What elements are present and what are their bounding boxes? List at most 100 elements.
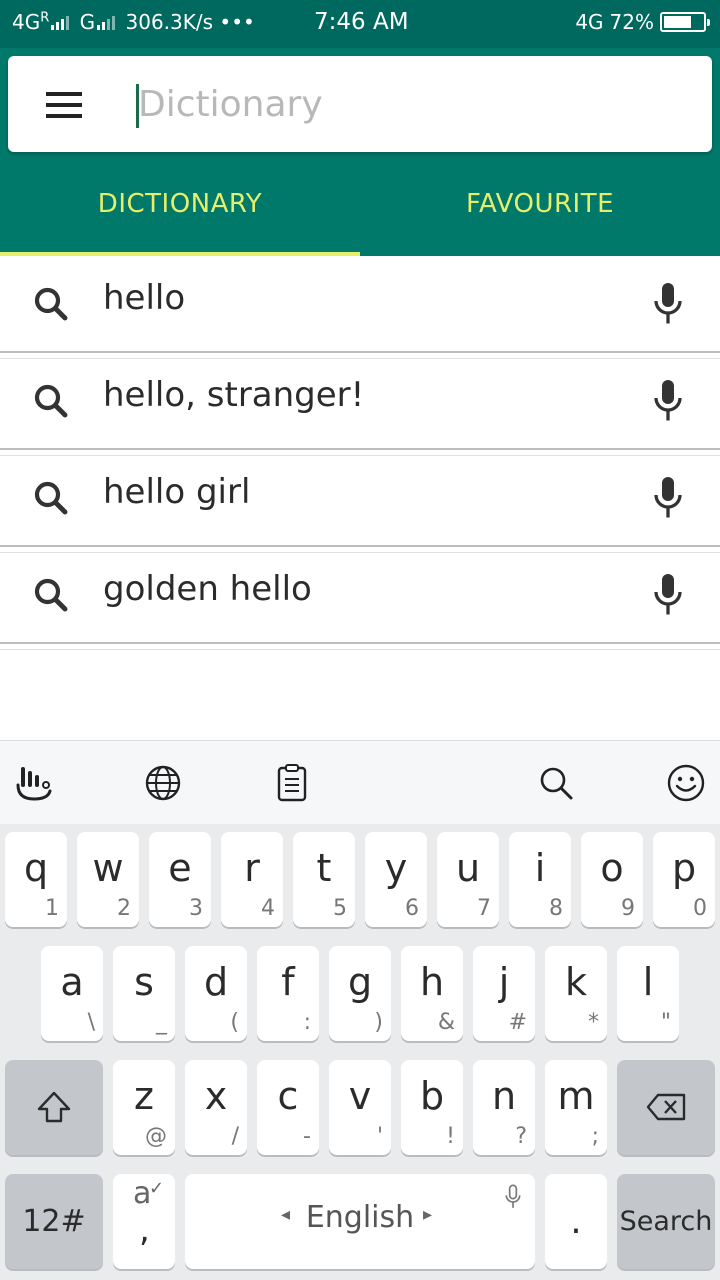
backspace-key[interactable] bbox=[617, 1060, 715, 1155]
key-n[interactable]: n? bbox=[473, 1060, 535, 1155]
key-e[interactable]: e3 bbox=[149, 832, 211, 927]
keyboard-toolbar bbox=[0, 740, 720, 824]
key-s[interactable]: s _ bbox=[113, 946, 175, 1041]
period-label: . bbox=[570, 1201, 582, 1242]
key-sublabel: @ bbox=[145, 1124, 167, 1149]
key-g[interactable]: g) bbox=[329, 946, 391, 1041]
symbols-key[interactable]: 12# bbox=[5, 1174, 103, 1269]
key-label: a bbox=[60, 960, 84, 1004]
microphone-icon[interactable] bbox=[650, 474, 686, 522]
key-sublabel: ; bbox=[591, 1124, 599, 1149]
search-action-key[interactable]: Search bbox=[617, 1174, 715, 1269]
soft-keyboard: q1 w2 e3 r4 t5 y6 u7 i8 o9 p0 a \ s _ d( f… bbox=[0, 740, 720, 1280]
search-icon[interactable] bbox=[534, 761, 578, 805]
space-key[interactable]: ◂ English ▸ bbox=[185, 1174, 535, 1269]
roaming-label: R bbox=[40, 10, 50, 26]
key-m[interactable]: m; bbox=[545, 1060, 607, 1155]
emoji-icon[interactable] bbox=[664, 761, 708, 805]
key-sublabel: 0 bbox=[693, 896, 707, 921]
key-label: p bbox=[671, 846, 697, 890]
comma-key[interactable]: a ✓ , bbox=[113, 1174, 175, 1269]
search-icon bbox=[34, 287, 68, 321]
globe-icon[interactable] bbox=[141, 761, 185, 805]
key-a[interactable]: a \ bbox=[41, 946, 103, 1041]
clock: 7:46 AM bbox=[314, 9, 409, 35]
key-o[interactable]: o9 bbox=[581, 832, 643, 927]
key-sublabel: : bbox=[303, 1010, 311, 1035]
key-q[interactable]: q1 bbox=[5, 832, 67, 927]
key-z[interactable]: z @ bbox=[113, 1060, 175, 1155]
key-label: o bbox=[600, 846, 624, 890]
key-c[interactable]: c- bbox=[257, 1060, 319, 1155]
key-x[interactable]: x / bbox=[185, 1060, 247, 1155]
key-label: r bbox=[244, 846, 260, 890]
key-sublabel: 4 bbox=[261, 896, 275, 921]
key-v[interactable]: v ' bbox=[329, 1060, 391, 1155]
network-4g-label: 4G bbox=[12, 10, 41, 34]
key-sublabel: 6 bbox=[405, 896, 419, 921]
key-b[interactable]: b! bbox=[401, 1060, 463, 1155]
key-r[interactable]: r4 bbox=[221, 832, 283, 927]
menu-icon[interactable] bbox=[46, 92, 82, 118]
status-bar: 4GR G 306.3K/s ••• 7:46 AM 4G 72% bbox=[0, 0, 720, 48]
key-label: q bbox=[23, 846, 49, 890]
check-icon: ✓ bbox=[149, 1178, 165, 1199]
key-l[interactable]: l " bbox=[617, 946, 679, 1041]
microphone-icon[interactable] bbox=[650, 280, 686, 328]
comma-label: , bbox=[139, 1210, 150, 1250]
symbols-label: 12# bbox=[22, 1204, 86, 1239]
key-sublabel: 8 bbox=[549, 896, 563, 921]
key-y[interactable]: y6 bbox=[365, 832, 427, 927]
key-label: s bbox=[134, 960, 154, 1004]
key-sublabel: \ bbox=[87, 1010, 95, 1035]
key-label: f bbox=[281, 960, 295, 1004]
key-sublabel: ? bbox=[515, 1124, 527, 1149]
suggestion-row[interactable]: hello bbox=[0, 256, 720, 359]
suggestion-text: golden hello bbox=[103, 569, 312, 609]
key-label: w bbox=[92, 846, 124, 890]
key-k[interactable]: k * bbox=[545, 946, 607, 1041]
shift-key[interactable] bbox=[5, 1060, 103, 1155]
search-bar bbox=[8, 56, 712, 152]
suggestion-row[interactable]: hello, stranger! bbox=[0, 353, 720, 456]
clipboard-icon[interactable] bbox=[270, 761, 314, 805]
key-sublabel: " bbox=[660, 1010, 671, 1035]
key-sublabel: & bbox=[437, 1010, 455, 1035]
period-key[interactable]: . bbox=[545, 1174, 607, 1269]
key-f[interactable]: f: bbox=[257, 946, 319, 1041]
tab-favourite[interactable]: FAVOURITE bbox=[360, 152, 720, 256]
key-sublabel: / bbox=[231, 1124, 239, 1149]
microphone-icon bbox=[505, 1184, 521, 1208]
key-sublabel: 1 bbox=[45, 896, 59, 921]
key-label: h bbox=[419, 960, 445, 1004]
key-i[interactable]: i8 bbox=[509, 832, 571, 927]
key-label: u bbox=[455, 846, 481, 890]
key-sublabel: ! bbox=[446, 1124, 455, 1149]
key-sublabel: 9 bbox=[621, 896, 635, 921]
chevron-right-icon: ▸ bbox=[423, 1204, 433, 1225]
key-label: e bbox=[168, 846, 192, 890]
key-label: v bbox=[348, 1074, 372, 1118]
key-label: x bbox=[204, 1074, 228, 1118]
key-sublabel: 7 bbox=[477, 896, 491, 921]
key-label: t bbox=[316, 846, 332, 890]
suggestion-row[interactable]: hello girl bbox=[0, 450, 720, 553]
suggestion-list: hello hello, stranger! hello girl golden… bbox=[0, 256, 720, 650]
battery-icon bbox=[660, 12, 710, 32]
key-w[interactable]: w2 bbox=[77, 832, 139, 927]
key-h[interactable]: h & bbox=[401, 946, 463, 1041]
key-j[interactable]: j # bbox=[473, 946, 535, 1041]
suggestion-row[interactable]: golden hello bbox=[0, 547, 720, 650]
touchpal-icon[interactable] bbox=[12, 761, 56, 805]
key-sublabel: ) bbox=[374, 1010, 383, 1035]
key-sublabel: ' bbox=[376, 1124, 383, 1149]
search-input[interactable] bbox=[136, 74, 696, 134]
microphone-icon[interactable] bbox=[650, 571, 686, 619]
key-t[interactable]: t5 bbox=[293, 832, 355, 927]
key-p[interactable]: p0 bbox=[653, 832, 715, 927]
key-d[interactable]: d( bbox=[185, 946, 247, 1041]
microphone-icon[interactable] bbox=[650, 377, 686, 425]
tab-dictionary[interactable]: DICTIONARY bbox=[0, 152, 360, 256]
key-u[interactable]: u7 bbox=[437, 832, 499, 927]
key-label: b bbox=[419, 1074, 445, 1118]
